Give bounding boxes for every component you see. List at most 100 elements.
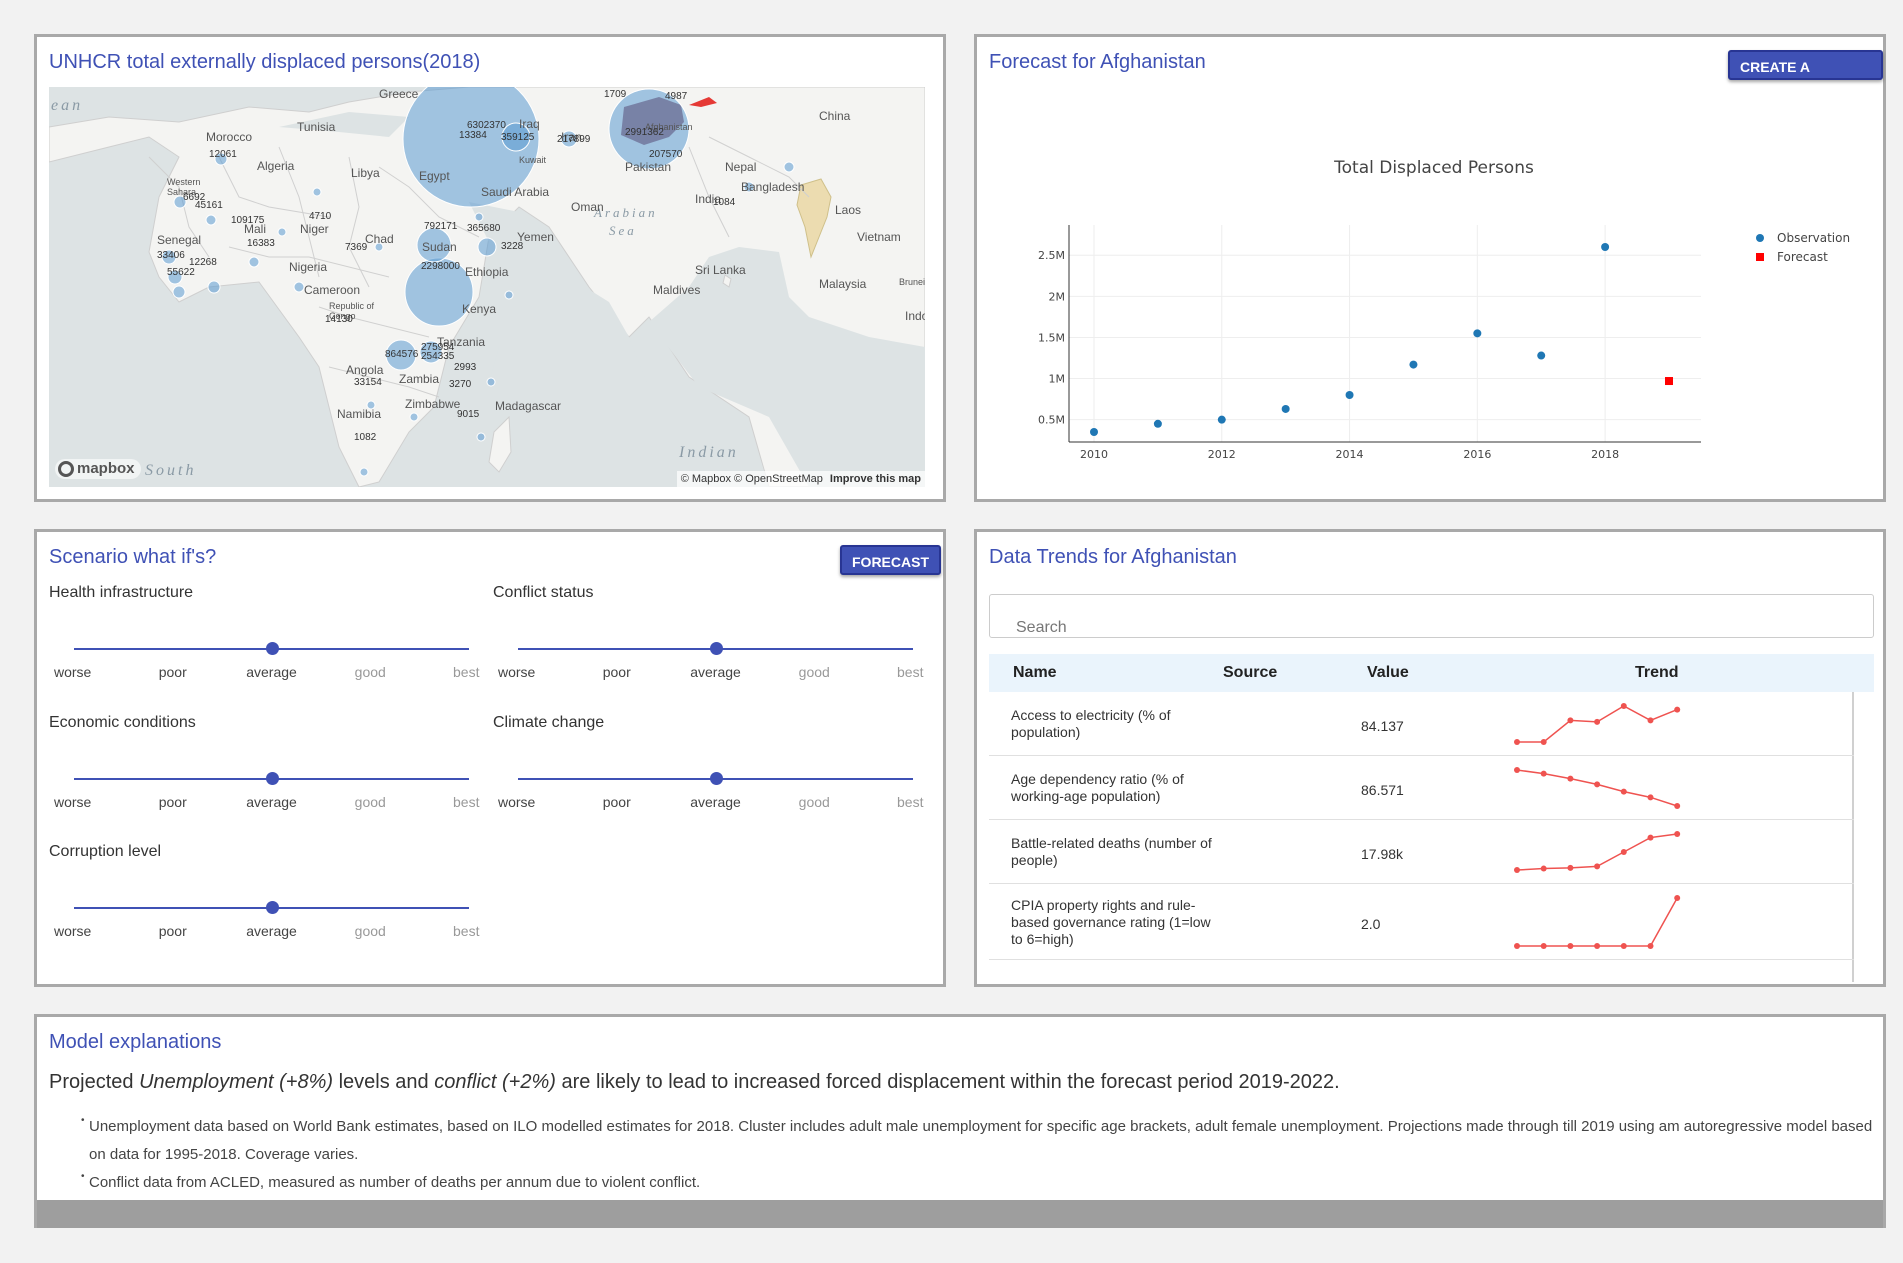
mapbox-logo[interactable]: mapbox [55,459,141,479]
forecast-panel: Forecast for Afghanistan CREATE A REPORT… [974,34,1886,502]
observation-point[interactable] [1153,419,1162,428]
table-header: Name Source Value Trend [989,654,1874,692]
map-value: 864576 [385,349,419,360]
slider-tick-worse[interactable]: worse [54,664,91,680]
map-label-cameroon: Cameroon [304,283,361,297]
map-value: 3270 [449,379,472,390]
slider-tick-best[interactable]: best [453,794,479,810]
slider-handle[interactable] [709,642,723,655]
map-label-ethiopia: Ethiopia [465,265,509,279]
row-value: 86.571 [1361,781,1404,798]
slider-handle[interactable] [265,642,279,655]
slider-label: Health infrastructure [49,584,194,601]
slider-tick-average[interactable]: average [246,794,297,810]
slider-tick-average[interactable]: average [690,794,741,810]
map-value: 33406 [157,250,185,261]
map-label-bangladesh: Bangladesh [741,180,805,194]
chart-legend[interactable]: Observation Forecast [1756,231,1850,264]
map-value: 14130 [325,314,353,325]
slider-tick-best[interactable]: best [453,923,479,939]
slider-tick-poor[interactable]: poor [159,923,187,939]
map-label-china: China [819,109,851,123]
observation-point[interactable] [1217,415,1226,424]
slider-handle[interactable] [709,772,723,785]
slider-tick-worse[interactable]: worse [498,794,535,810]
summary-conflict: conflict (+2%) [434,1071,556,1093]
observation-point[interactable] [1601,243,1610,251]
table-row[interactable]: Access to electricity (% of population) 8… [989,692,1854,756]
slider-tick-best[interactable]: best [897,664,923,680]
slider-tick-good[interactable]: good [355,664,386,680]
slider-tick-poor[interactable]: poor [159,664,187,680]
observation-point[interactable] [1473,329,1482,338]
map-value: 109175 [231,215,265,226]
chart-points [1090,243,1673,436]
map-label-tunisia: Tunisia [297,120,336,134]
table-row[interactable]: Battle-related deaths (number of people)… [989,820,1854,884]
slider-group: Economic conditions worse poor average good b… [49,714,479,810]
slider-tick-poor[interactable]: poor [159,794,187,810]
forecast-point[interactable] [1665,377,1673,386]
slider-tick-worse[interactable]: worse [54,794,91,810]
attribution-text[interactable]: © Mapbox © OpenStreetMap [681,473,823,485]
slider-tick-average[interactable]: average [246,664,297,680]
map-label-oman: Oman [571,200,604,214]
table-body: Access to electricity (% of population) 8… [977,692,1882,982]
slider-handle[interactable] [265,772,279,785]
sparkline-line [1516,769,1678,807]
map-label-kenya: Kenya [462,302,497,316]
map-label-sri-lanka: Sri Lanka [695,263,746,277]
legend-observation-marker [1756,234,1764,242]
observation-point[interactable] [1281,404,1290,413]
observation-point[interactable] [1409,360,1418,369]
explanations-footer-bar [37,1200,1883,1228]
slider-tick-best[interactable]: best [453,664,479,680]
slider-tick-best[interactable]: best [897,794,923,810]
improve-map-link[interactable]: Improve this map [830,473,921,485]
slider-tick-good[interactable]: good [355,794,386,810]
legend-label: Observation [1777,231,1850,245]
table-row[interactable]: Age dependency ratio (% of working-age p… [989,756,1854,820]
create-report-button[interactable]: CREATE A REPORT [1728,50,1883,105]
summary-text: levels and [333,1071,435,1093]
slider-tick-worse[interactable]: worse [498,664,535,680]
displacement-map[interactable]: ean Arabian Sea Indian South Greece Tuni… [49,87,925,487]
slider-tick-good[interactable]: good [799,794,830,810]
forecast-button[interactable]: FORECAST [840,545,941,575]
slider-tick-poor[interactable]: poor [603,794,631,810]
slider-tick-good[interactable]: good [355,923,386,939]
observation-point[interactable] [1090,428,1098,436]
chart-axes: 0.5M 1M 1.5M 2M 2.5M 2010 2012 2014 2016 2018 [1038,225,1701,461]
slider-handle[interactable] [265,901,279,914]
x-tick-label: 2014 [1336,448,1364,461]
observation-point[interactable] [1537,351,1546,360]
col-name[interactable]: Name [1013,664,1057,682]
search-input[interactable]: Search [989,594,1874,638]
col-trend[interactable]: Trend [1635,664,1679,682]
row-name: Battle-related deaths (number of people) [1011,835,1212,868]
map-value: 1084 [713,197,736,208]
observation-point[interactable] [1345,391,1354,399]
slider-label: Conflict status [493,584,594,601]
slider-tick-average[interactable]: average [690,664,741,680]
y-tick-label: 1.5M [1038,331,1065,344]
map-label-greece: Greece [379,87,419,101]
slider-tick-good[interactable]: good [799,664,830,680]
slider-tick-average[interactable]: average [246,923,297,939]
slider-tick-worse[interactable]: worse [54,923,91,939]
sparkline-point [1540,739,1547,745]
explanations-title: Model explanations [49,1031,222,1053]
row-name: Age dependency ratio (% of working-age p… [1011,771,1184,804]
col-source[interactable]: Source [1223,664,1277,682]
y-tick-label: 0.5M [1038,414,1065,427]
map-label-malaysia: Malaysia [819,277,867,291]
mapbox-logo-text: mapbox [77,460,135,477]
table-row[interactable]: CPIA property rights and rule-based gove… [989,884,1854,960]
x-tick-label: 2010 [1080,448,1108,461]
map-label-zimbabwe: Zimbabwe [405,397,461,411]
map-value: 16383 [247,238,275,249]
sparkline-point [1594,781,1601,788]
map-value: 9015 [457,409,480,420]
col-value[interactable]: Value [1367,664,1409,682]
slider-tick-poor[interactable]: poor [603,664,631,680]
